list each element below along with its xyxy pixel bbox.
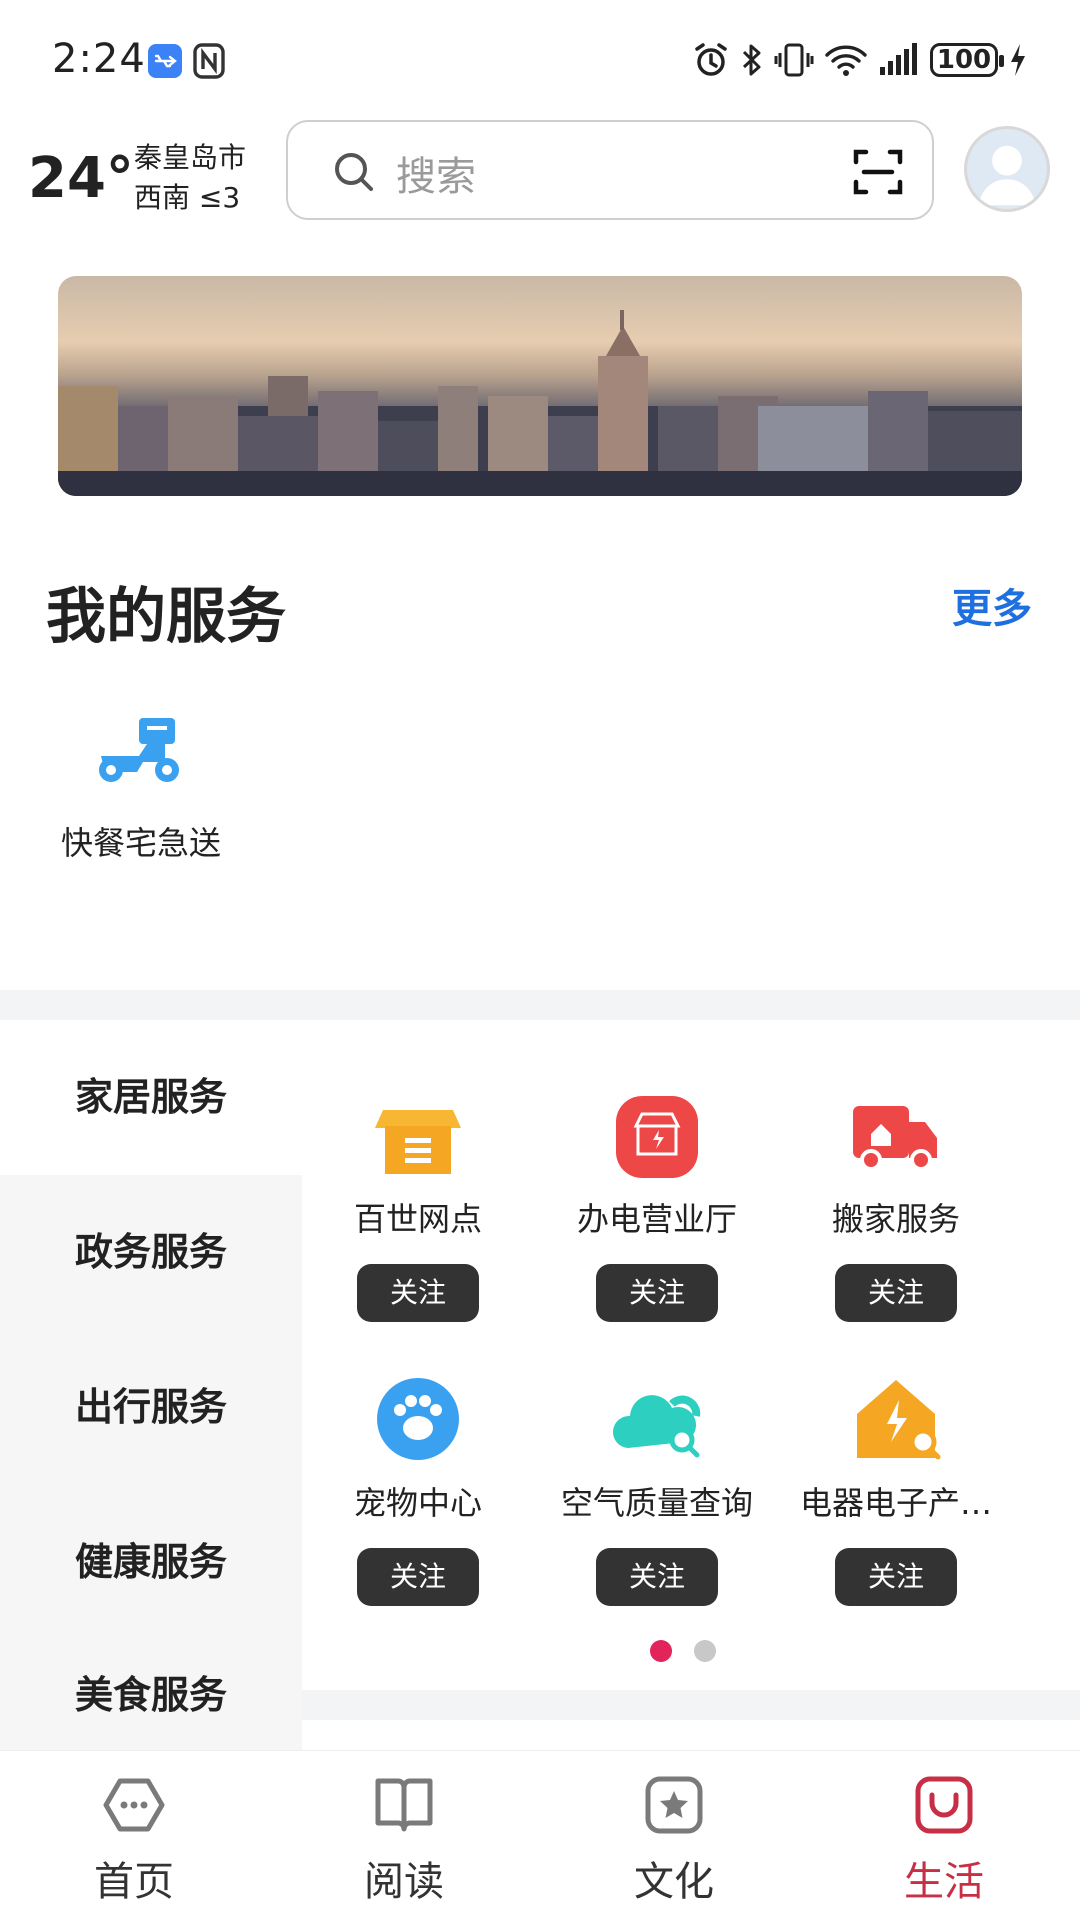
service-item-fast-food[interactable]: 快餐宅急送 xyxy=(46,712,236,864)
battery-indicator: 100 xyxy=(930,43,1004,77)
star-square-icon xyxy=(645,1776,703,1834)
header: 24° 秦皇岛市 西南 ≤3 搜索 xyxy=(0,118,1080,228)
category-item-travel[interactable]: 出行服务 xyxy=(0,1330,302,1485)
grid-item-appliance[interactable]: 电器电子产… 关注 xyxy=(776,1374,1016,1606)
grid-item-moving-service[interactable]: 搬家服务 关注 xyxy=(776,1090,1016,1322)
page-dot-active[interactable] xyxy=(650,1640,672,1662)
page-dot[interactable] xyxy=(694,1640,716,1662)
status-bar: 2:24 100 xyxy=(0,0,1080,120)
follow-button[interactable]: 关注 xyxy=(835,1264,957,1322)
nav-item-culture[interactable]: 文化 xyxy=(574,1773,774,1907)
grid-item-label: 宠物中心 xyxy=(353,1484,482,1522)
scooter-icon xyxy=(99,718,179,782)
grid-item-best-express[interactable]: 百世网点 关注 xyxy=(298,1090,538,1322)
page-indicator xyxy=(650,1640,716,1662)
grid-item-pet-center[interactable]: 宠物中心 关注 xyxy=(298,1374,538,1606)
nav-item-label: 文化 xyxy=(634,1859,714,1905)
nav-item-label: 生活 xyxy=(904,1859,984,1905)
book-icon xyxy=(375,1778,433,1832)
bottom-nav: 首页 阅读 文化 生活 xyxy=(0,1750,1080,1920)
city-skyline-image xyxy=(58,310,1022,496)
status-time: 2:24 xyxy=(52,36,146,82)
panel-divider xyxy=(302,1690,1080,1720)
nav-item-life[interactable]: 生活 xyxy=(844,1773,1044,1907)
grid-item-label: 电器电子产… xyxy=(799,1484,992,1522)
section-divider xyxy=(0,990,1080,1020)
grid-item-label: 搬家服务 xyxy=(831,1200,960,1238)
nav-item-label: 阅读 xyxy=(364,1859,444,1905)
signal-icon xyxy=(880,43,917,75)
avatar[interactable] xyxy=(964,126,1050,212)
moving-truck-icon xyxy=(853,1106,937,1171)
package-box-icon xyxy=(375,1110,461,1174)
vibrate-icon xyxy=(774,43,814,77)
follow-button[interactable]: 关注 xyxy=(357,1264,479,1322)
grid-item-label: 办电营业厅 xyxy=(576,1200,737,1238)
power-store-icon xyxy=(616,1096,698,1178)
search-bar[interactable]: 搜索 xyxy=(286,120,934,220)
follow-button[interactable]: 关注 xyxy=(357,1548,479,1606)
category-sidebar: 家居服务 政务服务 出行服务 健康服务 美食服务 xyxy=(0,1020,302,1750)
status-icons: 100 xyxy=(692,38,1028,82)
wifi-icon xyxy=(825,45,867,76)
weather-temperature: 24° xyxy=(28,146,134,211)
grid-item-power-office[interactable]: 办电营业厅 关注 xyxy=(537,1090,777,1322)
nfc-icon xyxy=(192,42,226,80)
category-item-health[interactable]: 健康服务 xyxy=(0,1485,302,1640)
usb-icon xyxy=(148,44,182,78)
appliance-house-icon xyxy=(857,1380,941,1460)
follow-button[interactable]: 关注 xyxy=(596,1264,718,1322)
weather-wind: 西南 ≤3 xyxy=(134,181,241,214)
cloud-search-icon xyxy=(612,1395,701,1458)
search-placeholder: 搜索 xyxy=(396,154,476,200)
category-item-home[interactable]: 家居服务 xyxy=(0,1020,302,1175)
follow-button[interactable]: 关注 xyxy=(596,1548,718,1606)
scan-icon[interactable] xyxy=(852,146,904,198)
weather-city: 秦皇岛市 xyxy=(134,141,247,174)
grid-item-label: 空气质量查询 xyxy=(560,1484,753,1522)
more-link[interactable]: 更多 xyxy=(952,576,1032,634)
search-icon xyxy=(335,153,373,191)
service-item-label: 快餐宅急送 xyxy=(60,824,221,862)
bluetooth-icon xyxy=(742,44,761,76)
grid-item-label: 百世网点 xyxy=(353,1200,482,1238)
category-item-food[interactable]: 美食服务 xyxy=(0,1640,302,1750)
nav-item-home[interactable]: 首页 xyxy=(34,1773,234,1907)
follow-button[interactable]: 关注 xyxy=(835,1548,957,1606)
grid-item-air-quality[interactable]: 空气质量查询 关注 xyxy=(537,1374,777,1606)
life-bag-icon xyxy=(915,1776,973,1834)
nav-item-label: 首页 xyxy=(94,1859,174,1905)
paw-icon xyxy=(377,1378,459,1460)
charging-icon xyxy=(1011,44,1025,76)
alarm-icon xyxy=(695,43,727,76)
category-item-government[interactable]: 政务服务 xyxy=(0,1175,302,1330)
home-hexagon-icon xyxy=(103,1778,165,1832)
nav-item-reading[interactable]: 阅读 xyxy=(304,1773,504,1907)
city-banner[interactable] xyxy=(58,276,1022,496)
service-grid-panel: 百世网点 关注 办电营业厅 关注 搬家服务 关注 宠物中心 关注 空气质量查询 … xyxy=(302,1020,1080,1690)
my-services-title: 我的服务 xyxy=(46,582,286,652)
